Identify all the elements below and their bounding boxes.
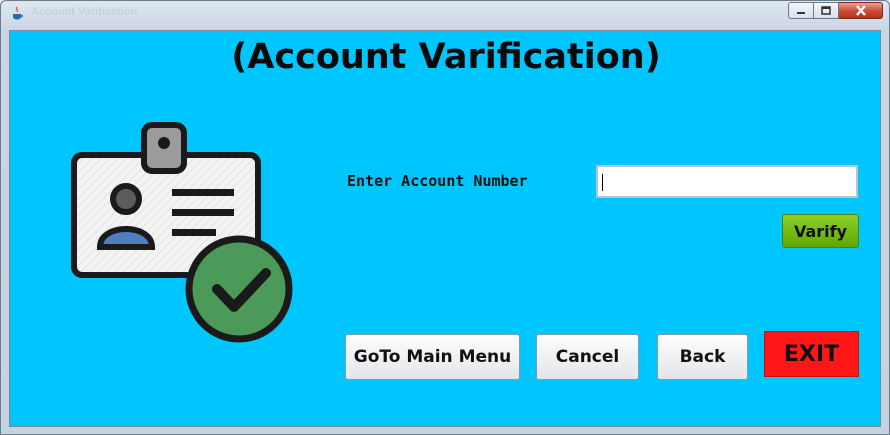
exit-button[interactable]: EXIT — [764, 331, 859, 377]
java-icon — [13, 6, 23, 20]
account-verification-panel: (Account Varification) Enter Account Num… — [9, 30, 881, 427]
close-icon — [855, 5, 866, 16]
goto-main-menu-button[interactable]: GoTo Main Menu — [345, 334, 520, 380]
cancel-button[interactable]: Cancel — [536, 334, 639, 380]
verify-button[interactable]: Varify — [782, 214, 859, 248]
application-window: Account Varification (Account Varificati… — [0, 0, 890, 435]
maximize-button[interactable] — [814, 2, 839, 19]
minimize-button[interactable] — [788, 2, 814, 19]
window-controls — [788, 2, 883, 20]
account-number-input[interactable] — [596, 165, 858, 198]
page-title: (Account Varification) — [231, 37, 661, 77]
close-button[interactable] — [839, 2, 883, 19]
maximize-icon — [821, 6, 831, 15]
title-bar[interactable]: Account Varification — [1, 1, 889, 25]
account-number-label: Enter Account Number — [347, 172, 528, 190]
text-caret — [602, 174, 603, 191]
back-button[interactable]: Back — [657, 334, 748, 380]
id-card-verified-icon — [71, 122, 293, 343]
minimize-icon — [797, 11, 805, 14]
window-title: Account Varification — [31, 6, 138, 18]
